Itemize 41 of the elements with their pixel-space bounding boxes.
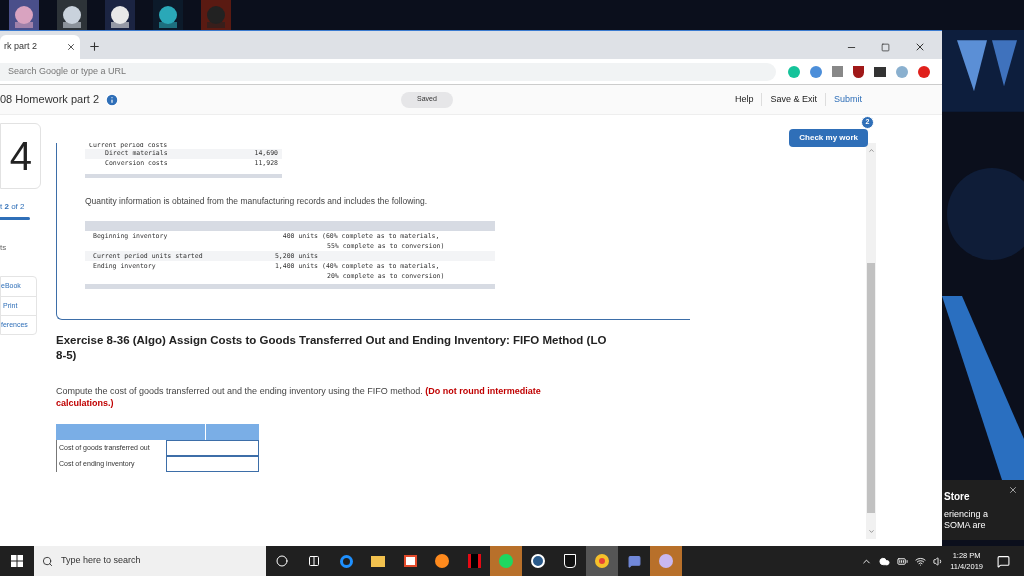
- instruction-text: Compute the cost of goods transferred out and the ending inventory using the FIFO method. (Do not round intermediate calculations.): [56, 385, 542, 409]
- notifications-icon[interactable]: [997, 554, 1010, 568]
- new-tab-icon[interactable]: [88, 40, 101, 53]
- close-icon[interactable]: [914, 41, 926, 53]
- header-link[interactable]: Submit: [825, 92, 870, 107]
- taskbar-search-field[interactable]: Type here to search: [34, 546, 266, 576]
- question-number: 4: [0, 123, 41, 189]
- app-shortcut-icon[interactable]: [153, 0, 183, 30]
- answer-input[interactable]: [166, 440, 259, 456]
- toast-message: eriencing a SOMA are: [944, 509, 990, 531]
- exercise-title: Exercise 8-36 (Algo) Assign Costs to Goods Transferred Out and Ending Inventory: FIFO Method (LO 8-5): [56, 333, 608, 363]
- search-icon: [42, 555, 53, 567]
- close-icon[interactable]: [1008, 485, 1018, 495]
- header-link[interactable]: Save & Exit: [761, 92, 825, 107]
- app-shortcut-icon[interactable]: [57, 0, 87, 30]
- part-indicator: t 2 of 2: [0, 201, 26, 213]
- extension-icon[interactable]: [874, 66, 886, 77]
- app-shortcut-icon[interactable]: [105, 0, 135, 30]
- circle-icon: [276, 555, 288, 567]
- app-icon: [467, 554, 481, 568]
- answer-input[interactable]: [166, 456, 259, 472]
- quantity-intro: Quantity information is obtained from the manufacturing records and includes the following.: [85, 195, 429, 208]
- browser-tab[interactable]: rk part 2: [0, 35, 80, 59]
- battery-icon[interactable]: [897, 555, 909, 567]
- header-link[interactable]: Help: [726, 92, 762, 107]
- address-bar[interactable]: Search Google or type a URL: [0, 62, 776, 81]
- task-view-icon: [308, 555, 320, 567]
- windows-logo-icon: [11, 555, 23, 567]
- info-icon[interactable]: [105, 92, 120, 107]
- assignment-title: 08 Homework part 2: [0, 92, 100, 108]
- close-icon[interactable]: [66, 42, 76, 52]
- check-my-work-button[interactable]: Check my work: [789, 129, 868, 147]
- app-icon: [659, 554, 673, 568]
- cloud-icon[interactable]: [879, 555, 891, 567]
- sidebar-label: ts: [0, 242, 8, 254]
- maximize-icon[interactable]: [881, 42, 890, 52]
- chat-icon: [627, 554, 641, 568]
- shield-icon[interactable]: [853, 65, 864, 78]
- toast-title: Store: [944, 490, 971, 504]
- folder-icon: [371, 555, 385, 567]
- wifi-icon[interactable]: [915, 555, 927, 567]
